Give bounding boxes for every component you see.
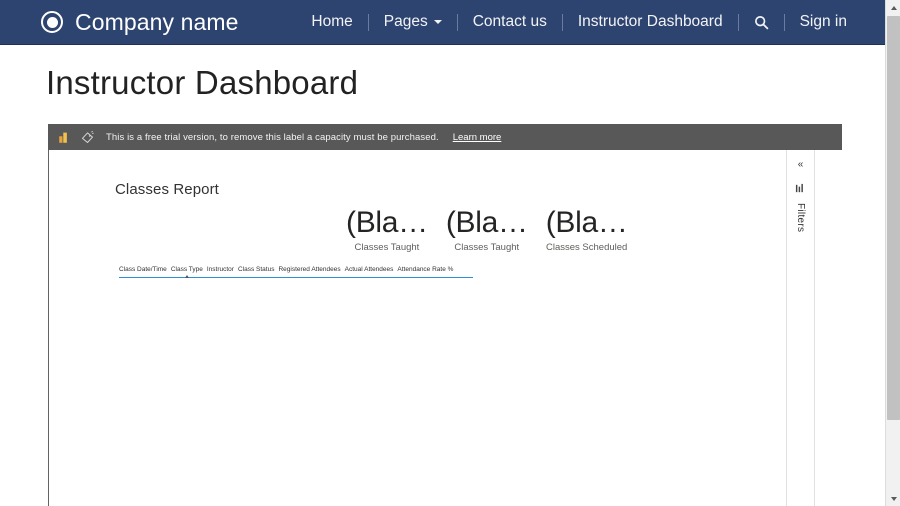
nav-item-pages[interactable]: Pages [369,14,457,30]
label-tag-icon [82,130,94,143]
column-header-class-type[interactable]: Class Type [170,265,207,279]
nav-item-instructor-dashboard[interactable]: Instructor Dashboard [563,14,738,30]
report-heading: Classes Report [115,181,219,198]
expand-filters-pane-button[interactable]: « [798,160,804,170]
nav-item-home[interactable]: Home [296,14,367,30]
nav-item-instructor-dashboard-label: Instructor Dashboard [577,13,723,31]
scrollbar-thumb[interactable] [887,16,900,420]
page-title: Instructor Dashboard [46,64,359,101]
scroll-down-arrow-wrapper [886,491,900,506]
filters-pane: « Filters [786,150,814,506]
kpi-card-row: (Bla… Classes Taught (Bla… Classes Taugh… [337,206,637,253]
report-canvas: Classes Report (Bla… Classes Taught (Bla… [49,150,786,506]
brand-name: Company name [75,8,239,35]
navbar-links: Home Pages Contact us Instructor Dashboa… [296,0,889,44]
column-header-class-status[interactable]: Class Status [238,265,279,274]
column-header-instructor[interactable]: Instructor [207,265,238,274]
report-body: Classes Report (Bla… Classes Taught (Bla… [48,150,842,506]
kpi-card-classes-taught-2[interactable]: (Bla… Classes Taught [437,206,537,253]
column-header-actual-attendees[interactable]: Actual Attendees [345,265,398,274]
nav-item-pages-label: Pages [383,13,428,31]
circle-target-icon [41,11,63,33]
column-header-class-date-time[interactable]: Class Date/Time [119,265,171,274]
column-header-class-type-label: Class Type [170,266,203,273]
scroll-down-arrow-icon[interactable] [886,491,900,506]
kpi-value: (Bla… [346,206,428,239]
trial-banner: This is a free trial version, to remove … [48,124,842,150]
kpi-label: Classes Taught [454,242,520,253]
nav-item-contact-us[interactable]: Contact us [458,14,562,30]
learn-more-link[interactable]: Learn more [453,132,502,143]
sort-ascending-icon [184,275,189,279]
column-header-attendance-rate[interactable]: Attendance Rate % [397,265,457,274]
nav-item-sign-in[interactable]: Sign in [785,14,862,30]
filter-icon[interactable] [795,183,806,194]
column-header-registered-attendees[interactable]: Registered Attendees [278,265,344,274]
nav-item-home-label: Home [311,13,353,31]
chevron-down-icon [433,20,442,24]
top-navbar: Company name Home Pages Contact us Instr… [0,0,889,45]
classes-table: Class Date/Time Class Type Instructor Cl… [119,265,473,279]
table-header-row: Class Date/Time Class Type Instructor Cl… [119,265,473,279]
search-icon[interactable] [739,15,784,30]
kpi-label: Classes Taught [354,242,420,253]
kpi-card-classes-taught-1[interactable]: (Bla… Classes Taught [337,206,437,253]
nav-item-contact-us-label: Contact us [472,13,547,31]
kpi-card-classes-scheduled[interactable]: (Bla… Classes Scheduled [537,206,637,253]
filters-pane-edge [814,150,842,506]
embedded-report: This is a free trial version, to remove … [48,124,842,506]
kpi-value: (Bla… [545,206,628,239]
brand-logo-link[interactable]: Company name [41,8,239,35]
page-scrollbar[interactable] [885,0,900,506]
kpi-label: Classes Scheduled [545,242,628,253]
filters-pane-label: Filters [795,203,806,233]
nav-item-sign-in-label: Sign in [799,13,847,31]
scroll-up-arrow-icon[interactable] [886,0,900,15]
trial-message: This is a free trial version, to remove … [106,131,439,143]
kpi-value: (Bla… [445,206,528,239]
power-bi-icon [59,132,67,143]
